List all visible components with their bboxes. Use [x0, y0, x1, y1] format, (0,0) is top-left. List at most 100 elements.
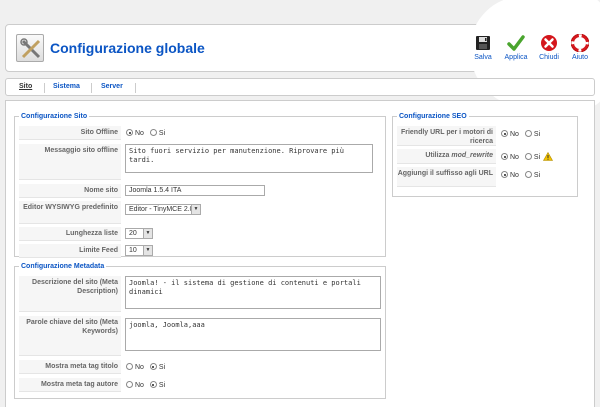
site-name-label: Nome sito — [19, 184, 121, 198]
site-offline-label: Sito Offline — [19, 126, 121, 140]
radio-yes-label: Si — [533, 154, 541, 161]
show-title-row: Mostra meta tag titolo No Si — [19, 360, 381, 374]
meta-description-label: Descrizione del sito (Meta Description) — [19, 276, 121, 312]
tab-server[interactable]: Server — [101, 83, 123, 90]
tab-bar: Sito Sistema Server — [5, 78, 595, 96]
close-icon — [541, 35, 557, 51]
site-offline-no-radio[interactable] — [126, 129, 133, 136]
show-title-radios: No Si — [126, 363, 169, 371]
tab-sistema[interactable]: Sistema — [53, 83, 80, 90]
seo-config-fieldset: Configurazione SEO Friendly URL per i mo… — [392, 113, 578, 197]
editor-label: Editor WYSIWYG predefinito — [19, 201, 121, 224]
friendly-url-no-radio[interactable] — [501, 130, 508, 137]
friendly-url-radios: No Si — [501, 130, 544, 138]
tab-divider — [91, 83, 92, 93]
meta-description-row: Descrizione del sito (Meta Description) … — [19, 276, 381, 312]
editor-row: Editor WYSIWYG predefinito Editor - Tiny… — [19, 201, 381, 224]
floppy-disk-icon — [476, 36, 490, 50]
lifebuoy-icon — [571, 34, 589, 52]
close-button[interactable]: Chiudi — [532, 34, 566, 61]
friendly-url-yes-radio[interactable] — [524, 130, 532, 137]
tab-divider — [44, 83, 45, 93]
feed-limit-row: Limite Feed 10 ▼ — [19, 244, 381, 258]
site-name-input[interactable]: Joomla 1.5.4 ITA — [125, 185, 265, 196]
radio-yes-label: Si — [533, 172, 541, 179]
feed-limit-select[interactable]: 10 ▼ — [125, 245, 153, 256]
save-label: Salva — [474, 54, 492, 61]
warning-icon — [543, 152, 554, 161]
tab-divider — [135, 83, 136, 93]
chevron-down-icon: ▼ — [143, 246, 152, 255]
metadata-config-legend: Configurazione Metadata — [21, 263, 105, 270]
friendly-url-row: Friendly URL per i motori di ricerca No … — [397, 126, 573, 146]
mod-rewrite-yes-radio[interactable] — [524, 153, 532, 160]
show-author-row: Mostra meta tag autore No Si — [19, 378, 381, 392]
show-title-label: Mostra meta tag titolo — [19, 360, 121, 374]
config-icon — [16, 34, 44, 62]
mod-rewrite-label: Utilizza mod_rewrite — [397, 149, 496, 164]
tab-sito[interactable]: Sito — [19, 83, 32, 90]
site-offline-radios: No Si — [126, 129, 169, 137]
radio-no-label: No — [135, 130, 144, 137]
page-title: Configurazione globale — [50, 40, 205, 56]
site-offline-row: Sito Offline No Si — [19, 126, 381, 140]
apply-button[interactable]: Applica — [499, 34, 533, 61]
editor-select[interactable]: Editor - TinyMCE 2.0 ▼ — [125, 204, 201, 215]
help-label: Aiuto — [572, 54, 588, 61]
show-author-no-radio[interactable] — [126, 381, 133, 388]
site-config-legend: Configurazione Sito — [21, 113, 88, 120]
chevron-down-icon: ▼ — [143, 229, 152, 238]
radio-yes-label: Si — [158, 382, 166, 389]
mod-rewrite-radios: No Si — [501, 152, 554, 161]
chevron-down-icon: ▼ — [191, 205, 200, 214]
site-config-fieldset: Configurazione Sito Sito Offline No Si M… — [14, 113, 386, 258]
radio-yes-label: Si — [158, 364, 166, 371]
save-button[interactable]: Salva — [466, 34, 500, 61]
mod-rewrite-row: Utilizza mod_rewrite No Si — [397, 149, 573, 164]
url-suffix-radios: No Si — [501, 171, 544, 179]
meta-keywords-row: Parole chiave del sito (Meta Keywords) j… — [19, 316, 381, 356]
list-length-label: Lunghezza liste — [19, 227, 121, 241]
close-label: Chiudi — [539, 54, 559, 61]
offline-message-row: Messaggio sito offline Sito fuori serviz… — [19, 144, 381, 180]
offline-message-textarea[interactable]: Sito fuori servizio per manutenzione. Ri… — [125, 144, 373, 173]
feed-limit-value: 10 — [129, 247, 137, 254]
meta-description-textarea[interactable]: Joomla! - il sistema di gestione di cont… — [125, 276, 381, 309]
url-suffix-yes-radio[interactable] — [524, 171, 532, 178]
radio-no-label: No — [135, 382, 144, 389]
main-panel: Configurazione Sito Sito Offline No Si M… — [5, 100, 595, 407]
url-suffix-label: Aggiungi il suffisso agli URL — [397, 167, 496, 187]
meta-keywords-textarea[interactable]: joomla, Joomla,aaa — [125, 318, 381, 351]
radio-yes-label: Si — [158, 130, 166, 137]
radio-yes-label: Si — [533, 131, 541, 138]
editor-select-value: Editor - TinyMCE 2.0 — [129, 206, 194, 213]
feed-limit-label: Limite Feed — [19, 244, 121, 258]
mod-rewrite-label-prefix: Utilizza — [425, 152, 452, 159]
radio-no-label: No — [510, 154, 519, 161]
seo-config-legend: Configurazione SEO — [399, 113, 467, 120]
help-button[interactable]: Aiuto — [563, 34, 597, 61]
list-length-select[interactable]: 20 ▼ — [125, 228, 153, 239]
meta-keywords-label: Parole chiave del sito (Meta Keywords) — [19, 316, 121, 356]
mod-rewrite-label-code: mod_rewrite — [451, 152, 493, 159]
list-length-row: Lunghezza liste 20 ▼ — [19, 227, 381, 241]
apply-label: Applica — [504, 54, 528, 61]
radio-no-label: No — [510, 172, 519, 179]
site-offline-yes-radio[interactable] — [149, 129, 157, 136]
show-title-yes-radio[interactable] — [149, 363, 157, 370]
url-suffix-row: Aggiungi il suffisso agli URL No Si — [397, 167, 573, 187]
list-length-value: 20 — [129, 230, 137, 237]
radio-no-label: No — [510, 131, 519, 138]
url-suffix-no-radio[interactable] — [501, 171, 508, 178]
radio-no-label: No — [135, 364, 144, 371]
show-author-radios: No Si — [126, 381, 169, 389]
site-name-row: Nome sito Joomla 1.5.4 ITA — [19, 184, 381, 198]
mod-rewrite-no-radio[interactable] — [501, 153, 508, 160]
offline-message-label: Messaggio sito offline — [19, 144, 121, 180]
show-author-yes-radio[interactable] — [149, 381, 157, 388]
friendly-url-label: Friendly URL per i motori di ricerca — [397, 126, 496, 146]
checkmark-icon — [507, 35, 525, 51]
show-author-label: Mostra meta tag autore — [19, 378, 121, 392]
show-title-no-radio[interactable] — [126, 363, 133, 370]
metadata-config-fieldset: Configurazione Metadata Descrizione del … — [14, 263, 386, 399]
